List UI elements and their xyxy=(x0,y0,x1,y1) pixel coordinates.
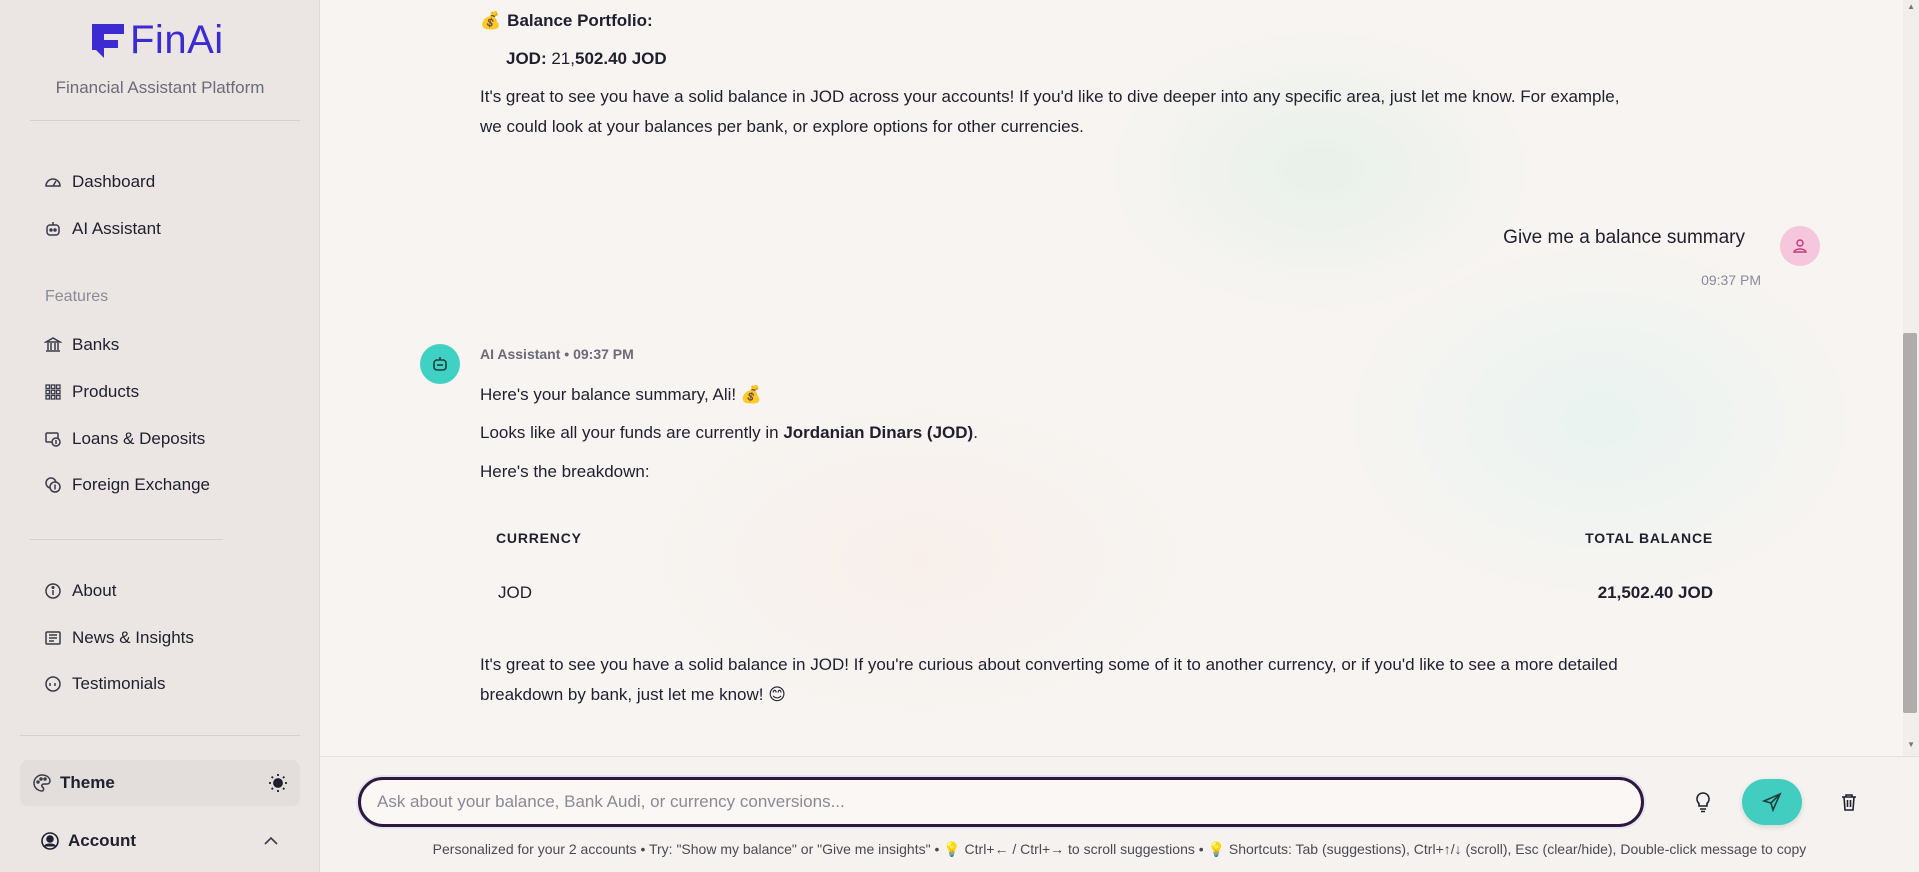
nav-products[interactable]: Products xyxy=(44,379,139,405)
nav-dashboard-label: Dashboard xyxy=(72,172,156,191)
user-message-time: 09:37 PM xyxy=(1701,272,1761,288)
loan-icon xyxy=(45,432,61,447)
nav-about[interactable]: About xyxy=(44,578,116,604)
table-cell-total-balance: 21,502.40 JOD xyxy=(1597,583,1713,602)
account-toggle[interactable]: Account xyxy=(20,818,300,864)
nav-loans-deposits[interactable]: Loans & Deposits xyxy=(44,426,205,452)
brand-logo[interactable]: FinAi xyxy=(88,20,224,60)
bot-line-2-bold: Jordanian Dinars (JOD) xyxy=(783,423,974,442)
lightbulb-icon xyxy=(1696,792,1710,813)
bot-line-2[interactable]: Looks like all your funds are currently … xyxy=(480,418,978,448)
exchange-icon xyxy=(45,477,61,493)
prev-text-2: we could look at your balances per bank,… xyxy=(480,117,1084,136)
nav-foreign-exchange-label: Foreign Exchange xyxy=(72,475,210,494)
trash-icon xyxy=(1842,794,1856,811)
sun-icon[interactable] xyxy=(268,773,288,793)
features-section-label: Features xyxy=(45,288,109,305)
bot-line-1[interactable]: Here's your balance summary, Ali! 💰 xyxy=(480,380,762,410)
chat-bubble-logo-icon xyxy=(88,20,128,60)
user-icon xyxy=(1793,239,1807,253)
table-header-total-balance: TOTAL BALANCE xyxy=(1585,530,1713,546)
chat-area: 💰 Balance Portfolio: JOD: 21,502.40 JOD I… xyxy=(320,0,1919,756)
theme-row: Theme xyxy=(20,760,300,806)
table-cell-currency: JOD xyxy=(498,583,532,602)
prev-text-1: It's great to see you have a solid balan… xyxy=(480,87,1620,106)
nav-foreign-exchange[interactable]: Foreign Exchange xyxy=(44,472,210,498)
nav-about-label: About xyxy=(72,581,117,600)
grid-icon xyxy=(45,384,61,400)
quote-icon xyxy=(45,676,61,692)
nav-ai-assistant-label: AI Assistant xyxy=(72,219,161,238)
clear-chat-button[interactable] xyxy=(1836,789,1862,815)
prev-heading-text: Balance Portfolio: xyxy=(507,11,653,30)
composer-hint: Personalized for your 2 accounts • Try: … xyxy=(432,841,1807,857)
theme-label: Theme xyxy=(60,773,115,792)
chevron-up-icon xyxy=(264,836,278,845)
prev-heading: 💰 Balance Portfolio: xyxy=(480,6,653,36)
divider xyxy=(30,120,300,121)
money-bag-icon: 💰 xyxy=(480,11,502,30)
bot-sender: AI Assistant xyxy=(480,346,561,362)
nav-loans-deposits-label: Loans & Deposits xyxy=(72,429,206,448)
composer: Personalized for your 2 accounts • Try: … xyxy=(320,756,1919,872)
sidebar: FinAi Financial Assistant Platform Dashb… xyxy=(0,0,320,872)
bot-outro-2[interactable]: breakdown by bank, just let me know! 😊 xyxy=(480,680,786,710)
scroll-down-arrow-icon[interactable]: ▼ xyxy=(1907,740,1915,749)
bot-message-meta: AI Assistant • 09:37 PM xyxy=(480,346,634,362)
table-header-currency: CURRENCY xyxy=(496,530,582,546)
bot-line-3[interactable]: Here's the breakdown: xyxy=(480,457,650,487)
newspaper-icon xyxy=(45,631,61,645)
prev-jod-line: JOD: 21,502.40 JOD xyxy=(506,44,667,74)
palette-icon xyxy=(33,774,51,792)
user-circle-icon xyxy=(41,832,59,850)
user-message[interactable]: Give me a balance summary xyxy=(1503,227,1745,249)
bot-time: 09:37 PM xyxy=(573,346,634,362)
user-avatar xyxy=(1780,226,1820,266)
brand-name: FinAi xyxy=(130,18,224,62)
chat-scrollbar-thumb[interactable] xyxy=(1903,333,1917,713)
bot-avatar xyxy=(420,344,460,384)
send-icon xyxy=(1762,792,1782,812)
nav-dashboard[interactable]: Dashboard xyxy=(44,169,155,195)
account-label: Account xyxy=(68,831,136,850)
prev-jod-value-plain: 21, xyxy=(546,49,575,68)
nav-banks[interactable]: Banks xyxy=(44,332,119,358)
send-button[interactable] xyxy=(1742,779,1802,825)
robot-icon xyxy=(433,357,447,371)
bot-line-2-pre: Looks like all your funds are currently … xyxy=(480,423,784,442)
bot-outro-1[interactable]: It's great to see you have a solid balan… xyxy=(480,650,1618,680)
bot-line-2-post: . xyxy=(973,423,978,442)
scroll-up-arrow-icon[interactable]: ▲ xyxy=(1907,2,1915,11)
nav-banks-label: Banks xyxy=(72,335,120,354)
suggestions-button[interactable] xyxy=(1690,789,1716,815)
bank-icon xyxy=(44,337,62,352)
nav-testimonials-label: Testimonials xyxy=(72,674,166,693)
divider xyxy=(30,539,223,540)
divider xyxy=(20,735,300,736)
robot-icon xyxy=(46,222,60,236)
nav-products-label: Products xyxy=(72,382,140,401)
brand-tagline: Financial Assistant Platform xyxy=(55,78,265,97)
chat-input[interactable] xyxy=(358,777,1644,827)
nav-news-insights[interactable]: News & Insights xyxy=(44,625,194,651)
nav-ai-assistant[interactable]: AI Assistant xyxy=(44,216,161,242)
gauge-icon xyxy=(45,178,61,187)
nav-news-insights-label: News & Insights xyxy=(72,628,194,647)
prev-jod-value-bold: 502.40 JOD xyxy=(574,49,667,68)
nav-testimonials[interactable]: Testimonials xyxy=(44,671,166,697)
info-icon xyxy=(45,583,61,599)
prev-jod-label: JOD: xyxy=(506,49,547,68)
